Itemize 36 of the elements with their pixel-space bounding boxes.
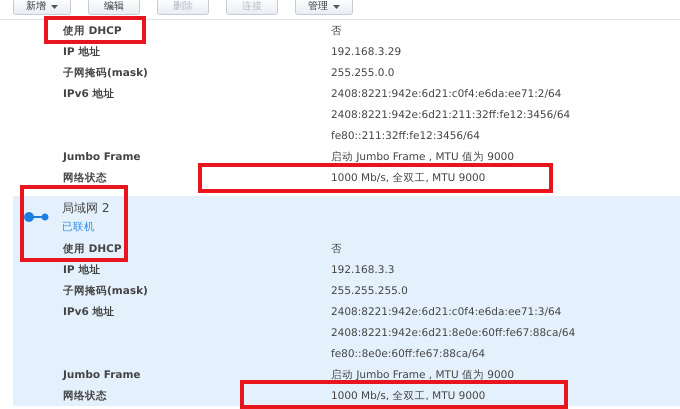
field-value: fe80::211:32ff:fe12:3456/64 xyxy=(331,128,480,142)
toolbar-button[interactable]: 管理 xyxy=(295,0,353,15)
caret-icon xyxy=(51,5,58,9)
field-label: IPv6 地址 xyxy=(63,304,114,318)
field-value: 2408:8221:942e:6d21:c0f4:e6da:ee71:2/64 xyxy=(331,86,562,100)
field-label: 网络状态 xyxy=(63,170,107,184)
field-value: 192.168.3.3 xyxy=(331,262,394,276)
field-value: 1000 Mb/s, 全双工, MTU 9000 xyxy=(331,170,486,184)
field-value: 192.168.3.29 xyxy=(331,44,402,58)
connection-status: 已联机 xyxy=(62,220,96,234)
field-value: 否 xyxy=(331,24,342,38)
field-value: 1000 Mb/s, 全双工, MTU 9000 xyxy=(331,388,486,402)
field-value: 2408:8221:942e:6d21:8e0e:60ff:fe67:88ca/64 xyxy=(331,326,576,340)
field-label: 使用 DHCP xyxy=(63,24,122,38)
toolbar-button[interactable]: 编辑 xyxy=(88,0,140,15)
field-label: 子网掩码(mask) xyxy=(63,66,148,80)
field-value: 255.255.0.0 xyxy=(331,66,394,80)
field-value: 255.255.255.0 xyxy=(331,284,408,298)
field-label: IP 地址 xyxy=(63,262,100,276)
field-value: 2408:8221:942e:6d21:c0f4:e6da:ee71:3/64 xyxy=(331,304,562,318)
caret-icon xyxy=(333,5,340,9)
field-value: 启动 Jumbo Frame , MTU 值为 9000 xyxy=(331,150,514,164)
toolbar-button[interactable]: 新增 xyxy=(13,0,71,15)
interface-panel[interactable] xyxy=(13,196,680,406)
field-value: 否 xyxy=(331,242,342,256)
field-value: 2408:8221:942e:6d21:211:32ff:fe12:3456/64 xyxy=(331,108,570,122)
field-value: 启动 Jumbo Frame , MTU 值为 9000 xyxy=(331,368,514,382)
interface-title: 局域网 2 xyxy=(62,200,110,217)
field-label: Jumbo Frame xyxy=(63,368,141,382)
field-value: fe80::8e0e:60ff:fe67:88ca/64 xyxy=(331,346,486,360)
field-label: IP 地址 xyxy=(63,44,100,58)
field-label: 子网掩码(mask) xyxy=(63,284,148,298)
field-label: 使用 DHCP xyxy=(63,242,122,256)
field-label: 网络状态 xyxy=(63,388,107,402)
field-label: Jumbo Frame xyxy=(63,150,141,164)
field-label: IPv6 地址 xyxy=(63,86,114,100)
